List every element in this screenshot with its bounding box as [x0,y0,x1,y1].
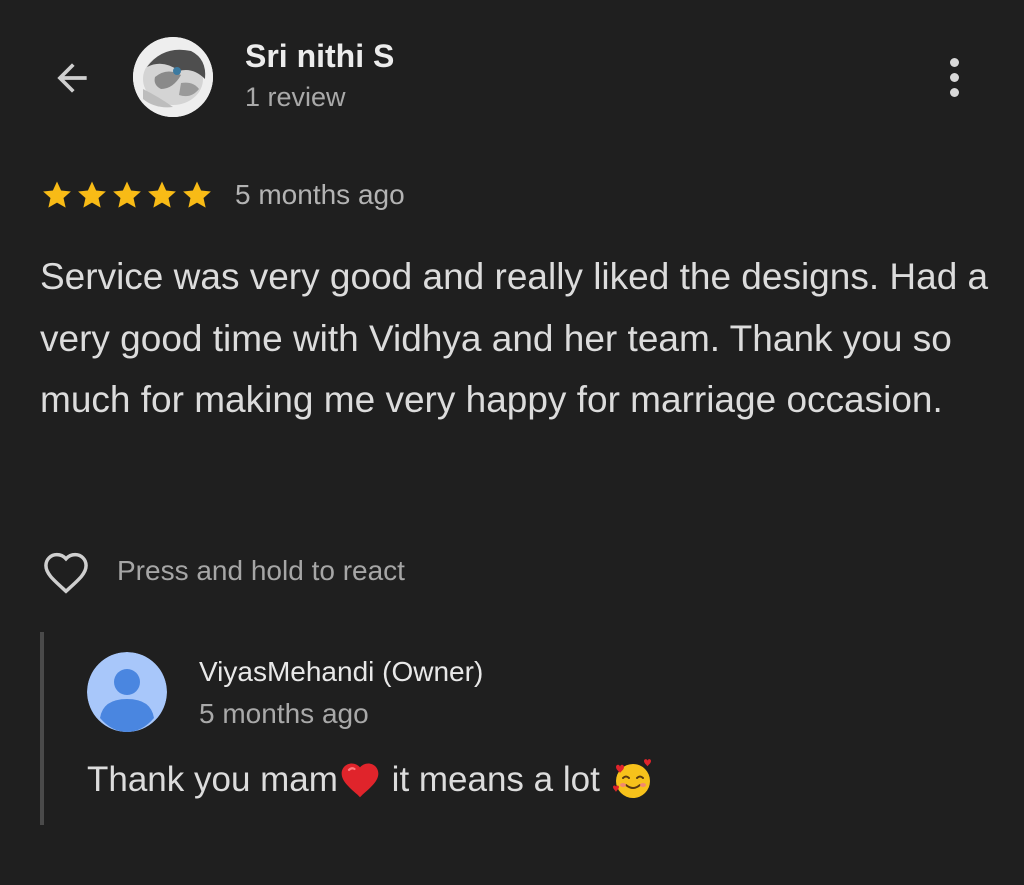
red-heart-emoji [341,763,379,798]
arrow-left-icon [57,63,87,93]
owner-reply-text: Thank you mam it means a lot [87,757,656,803]
reply-text-part2: it means a lot [381,760,610,799]
more-vert-icon-dot [949,72,959,82]
reply-text-part1: Thank you mam [87,760,338,799]
star-icon [78,181,106,208]
heart-outline-icon [44,552,88,594]
review-time: 5 months ago [235,179,405,210]
reviewer-avatar[interactable] [133,37,213,117]
star-rating [40,178,214,212]
reviewer-name[interactable]: Sri nithi S [245,38,394,75]
reply-divider [40,632,44,825]
react-heart-button[interactable] [38,545,94,597]
rating-row: 5 months ago [40,178,405,212]
default-person-avatar-icon [87,652,167,732]
review-text: Service was very good and really liked t… [40,256,989,420]
more-vert-icon [949,57,959,67]
star-icon [43,181,71,208]
more-vert-icon-dot [949,87,959,97]
react-hint-label: Press and hold to react [117,555,405,586]
owner-reply-time: 5 months ago [199,698,369,729]
reviewer-photo [133,37,213,117]
react-row: Press and hold to react [38,545,405,597]
star-icon [148,181,176,208]
star-icon [183,181,211,208]
owner-name: ViyasMehandi (Owner) [199,656,484,687]
reviewer-review-count: 1 review [245,82,346,112]
star-icon [113,181,141,208]
back-button[interactable] [46,52,98,104]
smiling-face-with-hearts-emoji [612,759,651,798]
more-options-button[interactable] [934,52,974,102]
owner-avatar [87,652,167,732]
